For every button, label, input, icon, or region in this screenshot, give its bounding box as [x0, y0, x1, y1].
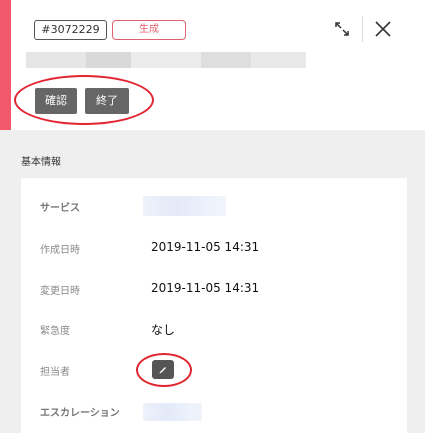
end-button[interactable]: 終了	[85, 88, 129, 114]
service-value-redacted	[143, 196, 226, 216]
pencil-icon	[159, 366, 166, 373]
info-card	[21, 178, 407, 433]
ticket-title-redacted	[26, 52, 306, 68]
created-label: 作成日時	[40, 245, 80, 256]
header-divider	[362, 16, 363, 42]
escalation-value-redacted	[143, 403, 202, 421]
urgency-label: 緊急度	[40, 326, 70, 337]
assignee-label: 担当者	[40, 367, 70, 378]
escalation-label: エスカレーション	[40, 408, 120, 419]
created-value: 2019-11-05 14:31	[151, 240, 260, 254]
status-badge: 生成	[112, 20, 186, 40]
section-title: 基本情報	[21, 157, 61, 168]
updated-label: 変更日時	[40, 286, 80, 297]
ticket-id-badge: #3072229	[34, 20, 107, 40]
status-accent-bar	[0, 0, 11, 130]
service-label: サービス	[40, 203, 80, 214]
urgency-value: なし	[151, 323, 176, 337]
edit-assignee-button[interactable]	[152, 360, 174, 379]
confirm-button[interactable]: 確認	[35, 88, 77, 114]
close-icon[interactable]	[374, 20, 392, 38]
updated-value: 2019-11-05 14:31	[151, 281, 260, 295]
expand-icon[interactable]	[333, 20, 351, 38]
